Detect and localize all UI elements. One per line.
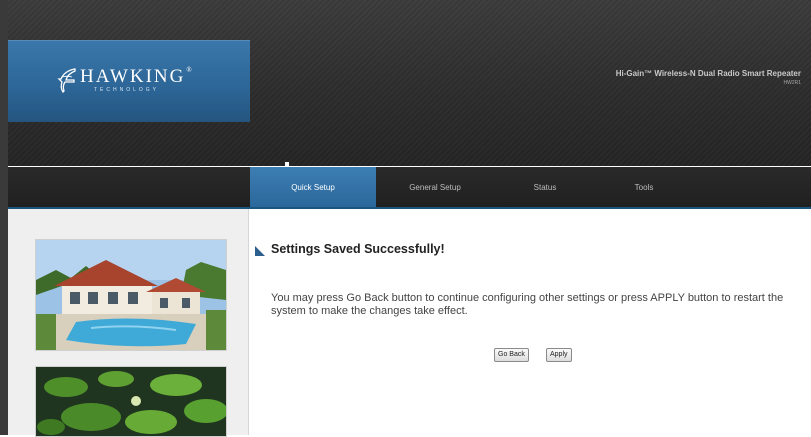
- page-title: Settings Saved Successfully!: [271, 242, 445, 256]
- apply-button[interactable]: Apply: [546, 348, 572, 362]
- tab-quick-setup[interactable]: Quick Setup: [250, 167, 376, 207]
- status-message: You may press Go Back button to continue…: [271, 292, 784, 317]
- logo-wordmark: HAWKING®: [80, 66, 192, 87]
- hawk-logo-icon: [57, 68, 76, 94]
- logo-panel: HAWKING® TECHNOLOGY: [8, 40, 250, 122]
- hawking-logo[interactable]: HAWKING® TECHNOLOGY: [56, 62, 192, 98]
- go-back-button[interactable]: Go Back: [494, 348, 529, 362]
- product-title: Hi-Gain™ Wireless-N Dual Radio Smart Rep…: [615, 69, 801, 78]
- main-navigation: Quick Setup General Setup Status Tools: [8, 167, 811, 209]
- main-content: Settings Saved Successfully! You may pre…: [249, 209, 811, 435]
- house-pool-photo: [35, 239, 227, 351]
- sidebar: [8, 209, 249, 437]
- logo-subtext: TECHNOLOGY: [94, 87, 160, 93]
- header: HAWKING® TECHNOLOGY Hi-Gain™ Wireless-N …: [8, 0, 811, 166]
- logo-text: HAWKING: [80, 66, 186, 87]
- lily-pond-photo: [35, 366, 227, 437]
- triangle-arrow-icon: [255, 246, 265, 256]
- model-number: HW2R1: [783, 80, 801, 86]
- tab-status[interactable]: Status: [494, 167, 596, 207]
- tab-tools[interactable]: Tools: [596, 167, 692, 207]
- window-frame: [0, 0, 8, 435]
- tab-general-setup[interactable]: General Setup: [376, 167, 494, 207]
- logo-registered-mark: ®: [186, 66, 192, 74]
- active-tab-indicator: [285, 162, 289, 166]
